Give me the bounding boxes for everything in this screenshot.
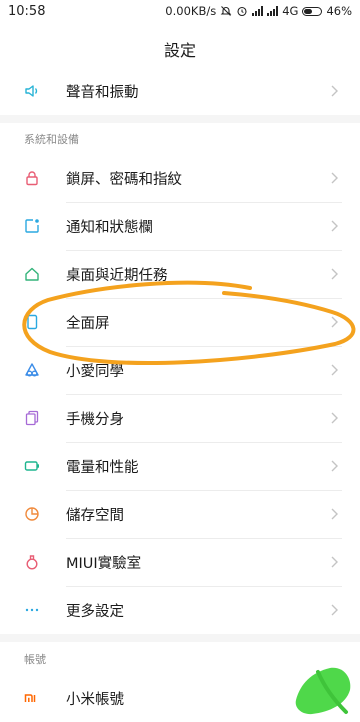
item-label: 全面屏 [66,315,110,332]
settings-item-notifications[interactable]: 通知和狀態欄 [0,202,360,250]
item-label: 電量和性能 [66,459,139,476]
battery-icon [24,461,39,471]
settings-item-storage[interactable]: 儲存空間 [0,490,360,538]
speaker-icon [25,85,38,97]
section-header-system: 系統和設備 [24,133,79,146]
chevron-right-icon [331,220,338,232]
lab-flask-icon [26,555,38,570]
xiaoai-icon [25,363,39,377]
chevron-right-icon [331,268,338,280]
notification-icon [25,219,39,233]
settings-item-xiaoai[interactable]: 小愛同學 [0,346,360,394]
item-label: MIUI實驗室 [66,555,142,572]
settings-item-miui-lab[interactable]: MIUI實驗室 [0,538,360,586]
settings-item-more[interactable]: 更多設定 [0,586,360,634]
chevron-right-icon [331,316,338,328]
settings-item-mi-account[interactable]: 小米帳號 [0,674,360,722]
settings-item-home[interactable]: 桌面與近期任務 [0,250,360,298]
item-label: 小米帳號 [66,691,124,708]
lock-icon [26,171,38,186]
mi-logo-icon [24,694,36,702]
chevron-right-icon [331,412,338,424]
section-separator [0,115,360,123]
storage-icon [25,507,39,521]
network-type: 4G [282,4,299,18]
page-title: 設定 [163,41,196,60]
chevron-right-icon [331,692,338,704]
chevron-right-icon [331,364,338,376]
chevron-right-icon [331,460,338,472]
chevron-right-icon [331,508,338,520]
status-time: 10:58 [8,4,46,19]
fullscreen-icon [27,314,38,330]
item-label: 通知和狀態欄 [66,219,153,236]
section-separator [0,634,360,642]
battery-percent: 46% [326,4,352,18]
battery-icon [302,6,323,16]
settings-item-battery[interactable]: 電量和性能 [0,442,360,490]
sidebar-item-sound[interactable]: 聲音和振動 [0,67,360,115]
home-icon [25,267,39,281]
chevron-right-icon [331,604,338,616]
more-dots-icon [25,608,39,612]
section-header-account: 帳號 [24,653,46,666]
chevron-right-icon [331,556,338,568]
item-label: 鎖屏、密碼和指紋 [66,171,182,188]
alarm-icon [237,6,247,17]
dual-apps-icon [25,410,39,426]
settings-item-fullscreen[interactable]: 全面屏 [0,298,360,346]
item-label: 儲存空間 [66,507,124,524]
item-label: 聲音和振動 [66,84,139,101]
settings-item-second-space[interactable]: 手機分身 [0,394,360,442]
chevron-right-icon [331,172,338,184]
status-icons: 0.00KB/s 4G 46% [165,4,352,18]
silent-bell-icon [220,6,232,16]
settings-item-lockscreen[interactable]: 鎖屏、密碼和指紋 [0,154,360,202]
signal-strength-icon-2 [267,6,279,16]
chevron-right-icon [331,85,338,97]
item-label: 手機分身 [66,411,124,428]
status-bar: 10:58 0.00KB/s 4G 46% [0,0,360,24]
network-speed: 0.00KB/s [165,4,217,18]
signal-strength-icon [252,6,264,16]
item-label: 小愛同學 [66,363,124,380]
item-label: 更多設定 [66,603,124,620]
item-label: 桌面與近期任務 [66,267,168,284]
